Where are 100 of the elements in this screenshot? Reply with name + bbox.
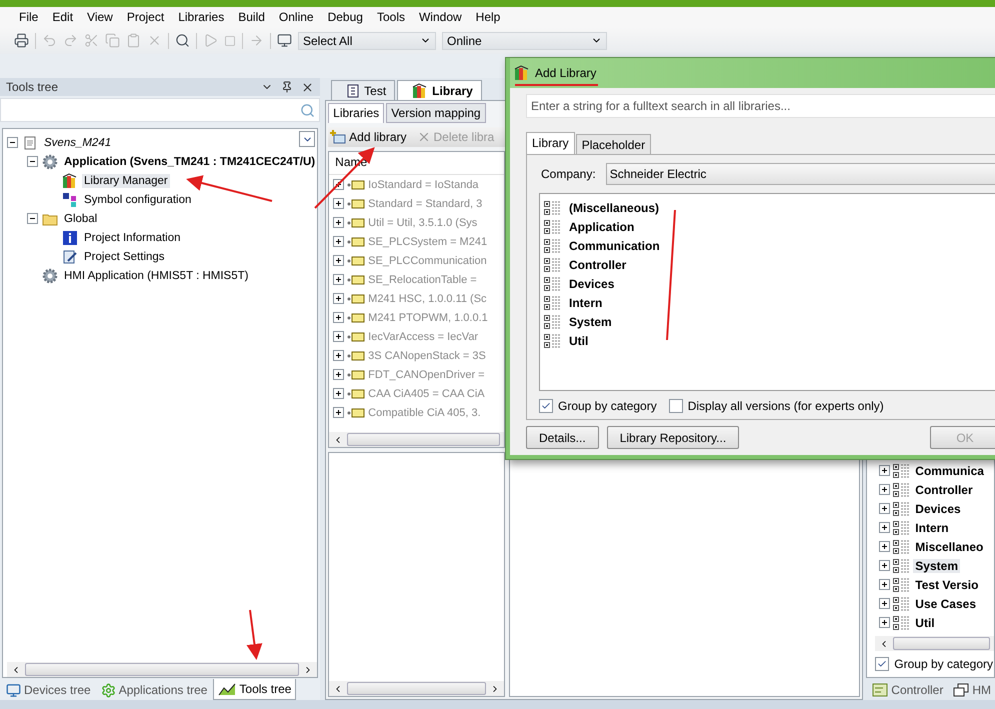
collapse-toggle[interactable]: [27, 156, 38, 167]
tree-item[interactable]: Project Information: [82, 230, 183, 244]
menu-item[interactable]: Build: [231, 10, 272, 24]
selection-dropdown[interactable]: Select All: [298, 32, 436, 50]
menu-item[interactable]: View: [80, 10, 120, 24]
horizontal-scrollbar[interactable]: [875, 636, 994, 651]
menu-item[interactable]: Online: [272, 10, 321, 24]
version-tag-icon: [347, 274, 366, 284]
dialog-button[interactable]: Details...: [526, 426, 599, 449]
tree-item[interactable]: Miscellaneo: [913, 540, 986, 554]
expand-toggle[interactable]: [333, 198, 344, 209]
category-list-icon: [544, 238, 561, 254]
expand-toggle[interactable]: [879, 617, 890, 628]
menu-item[interactable]: Debug: [320, 10, 370, 24]
dialog-button[interactable]: Library Repository...: [606, 426, 740, 449]
tree-item[interactable]: Intern: [913, 520, 951, 534]
expand-toggle[interactable]: [879, 541, 890, 552]
category-item[interactable]: Util: [567, 334, 590, 348]
expand-toggle[interactable]: [333, 293, 344, 304]
version-tag-icon: [347, 256, 366, 266]
mode-dropdown[interactable]: Online: [442, 32, 607, 50]
version-tag-icon: [347, 312, 366, 322]
horizontal-scrollbar[interactable]: [329, 681, 504, 696]
panel-tab[interactable]: Controller: [868, 680, 948, 700]
tree-item[interactable]: HMI Application (HMIS5T : HMIS5T): [62, 268, 250, 282]
expand-toggle[interactable]: [333, 407, 344, 418]
expand-toggle[interactable]: [333, 274, 344, 285]
tree-item[interactable]: Util: [913, 616, 937, 630]
tree-item[interactable]: Symbol configuration: [82, 192, 194, 206]
tab[interactable]: Version mapping: [386, 103, 486, 123]
expand-toggle[interactable]: [879, 503, 890, 514]
tab[interactable]: Library: [526, 132, 575, 155]
category-item[interactable]: Controller: [567, 258, 628, 272]
checkbox[interactable]: [875, 657, 890, 671]
expand-toggle[interactable]: [333, 217, 344, 228]
expand-toggle[interactable]: [333, 369, 344, 380]
expand-toggle[interactable]: [879, 579, 890, 590]
tab[interactable]: Libraries: [328, 103, 384, 123]
horizontal-scrollbar[interactable]: [7, 662, 318, 677]
category-item[interactable]: Application: [567, 220, 636, 234]
checkbox[interactable]: [668, 399, 683, 413]
tree-item[interactable]: Communica: [913, 464, 986, 478]
category-item[interactable]: Intern: [567, 296, 604, 310]
menu-item[interactable]: Help: [468, 10, 508, 24]
panel-tab[interactable]: Applications tree: [96, 680, 212, 700]
tree-item[interactable]: System: [913, 558, 960, 572]
tree-item[interactable]: Library Manager: [82, 174, 170, 188]
menu-item[interactable]: Tools: [370, 10, 412, 24]
search-icon[interactable]: [175, 33, 190, 48]
printer-icon[interactable]: [14, 33, 29, 48]
document-tab[interactable]: Test: [331, 80, 396, 100]
expand-toggle[interactable]: [879, 560, 890, 571]
menu-item[interactable]: Window: [412, 10, 469, 24]
panel-tab[interactable]: Devices tree: [2, 680, 95, 700]
version-tag-icon: [347, 408, 366, 418]
expand-toggle[interactable]: [333, 312, 344, 323]
tree-item[interactable]: Controller: [913, 482, 975, 496]
tree-item[interactable]: Devices: [913, 502, 963, 516]
tab[interactable]: Placeholder: [576, 134, 652, 155]
tree-item[interactable]: Project Settings: [82, 250, 167, 264]
horizontal-scrollbar[interactable]: [329, 432, 504, 447]
close-icon[interactable]: [301, 80, 314, 94]
search-field[interactable]: [0, 98, 320, 122]
dropdown-button[interactable]: [299, 131, 316, 147]
tree-item[interactable]: Application (Svens_TM241 : TM241CEC24T/U): [62, 154, 318, 168]
add-library-button[interactable]: Add library: [328, 130, 409, 144]
expand-toggle[interactable]: [333, 350, 344, 361]
expand-toggle[interactable]: [879, 522, 890, 533]
expand-toggle[interactable]: [333, 236, 344, 247]
monitor-icon[interactable]: [277, 33, 292, 48]
tree-item[interactable]: Test Versio: [913, 578, 980, 592]
menu-item[interactable]: Libraries: [171, 10, 232, 24]
collapse-toggle[interactable]: [27, 213, 38, 224]
collapse-toggle[interactable]: [7, 137, 18, 148]
company-dropdown[interactable]: Schneider Electric: [606, 163, 995, 185]
search-field[interactable]: Enter a string for a fulltext search in all libraries...: [526, 94, 995, 118]
category-item[interactable]: Communication: [567, 238, 662, 252]
category-list-icon: [893, 614, 910, 630]
expand-toggle[interactable]: [333, 255, 344, 266]
squares-icon: [62, 192, 78, 208]
panel-tab[interactable]: Tools tree: [213, 679, 296, 700]
panel-tab[interactable]: HM: [949, 680, 995, 700]
menu-item[interactable]: Project: [120, 10, 172, 24]
expand-toggle[interactable]: [879, 465, 890, 476]
category-item[interactable]: System: [567, 314, 614, 328]
document-tab[interactable]: Library: [397, 80, 482, 100]
tree-item[interactable]: Global: [62, 212, 100, 226]
category-item[interactable]: Devices: [567, 276, 616, 290]
tree-item[interactable]: Svens_M241: [42, 136, 114, 150]
expand-toggle[interactable]: [879, 598, 890, 609]
expand-toggle[interactable]: [879, 484, 890, 495]
pin-icon[interactable]: [281, 80, 294, 92]
category-list-icon: [544, 256, 561, 272]
checkbox[interactable]: [539, 399, 553, 413]
expand-toggle[interactable]: [333, 331, 344, 342]
menu-item[interactable]: File: [12, 10, 46, 24]
tree-item[interactable]: Use Cases: [913, 596, 978, 610]
expand-toggle[interactable]: [333, 388, 344, 399]
category-item[interactable]: (Miscellaneous): [567, 200, 662, 214]
menu-item[interactable]: Edit: [45, 10, 80, 24]
